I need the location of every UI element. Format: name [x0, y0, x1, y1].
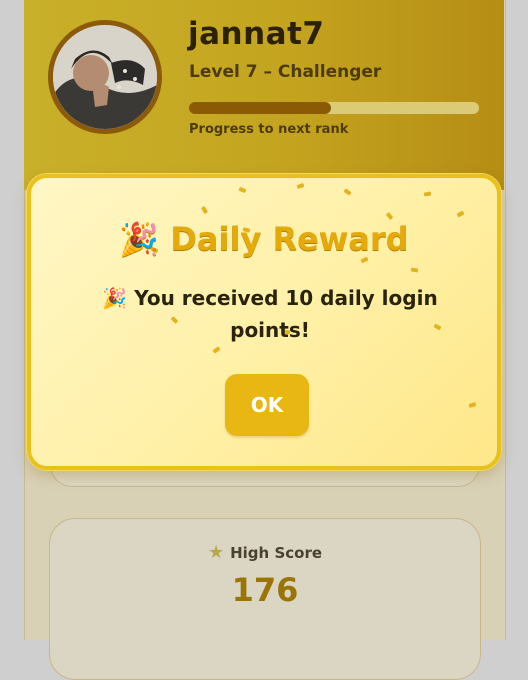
username: jannat7 — [188, 16, 325, 52]
confetti-piece — [410, 267, 419, 273]
confetti-piece — [468, 402, 477, 408]
confetti-piece — [423, 191, 432, 197]
confetti-piece — [385, 212, 394, 220]
high-score-label: ★ High Score — [50, 542, 480, 563]
rank-progress-bar — [189, 102, 479, 114]
progress-caption: Progress to next rank — [189, 122, 349, 137]
party-popper-icon: 🎉 — [102, 286, 128, 310]
confetti-piece — [456, 210, 465, 218]
party-popper-icon: 🎉 — [119, 220, 160, 258]
high-score-label-text: High Score — [230, 544, 323, 562]
confetti-piece — [343, 188, 352, 196]
daily-reward-modal: 🎉 Daily Reward 🎉 You received 10 daily l… — [27, 174, 501, 470]
modal-message-text: You received 10 daily login points! — [134, 286, 438, 342]
star-icon: ★ — [207, 542, 225, 563]
confetti-piece — [212, 346, 221, 354]
confetti-piece — [201, 205, 208, 215]
high-score-card: ★ High Score 176 — [49, 518, 481, 680]
level-label: Level 7 – Challenger — [189, 62, 382, 82]
modal-message: 🎉 You received 10 daily login points! — [85, 282, 455, 346]
avatar-photo — [53, 25, 157, 129]
rank-progress-fill — [189, 102, 332, 114]
confetti-piece — [238, 186, 247, 194]
modal-title: 🎉 Daily Reward — [31, 220, 497, 258]
high-score-value: 176 — [231, 571, 299, 609]
ok-button[interactable]: OK — [225, 374, 309, 436]
modal-title-text: Daily Reward — [170, 220, 409, 258]
avatar[interactable] — [48, 20, 162, 134]
confetti-piece — [296, 182, 305, 190]
